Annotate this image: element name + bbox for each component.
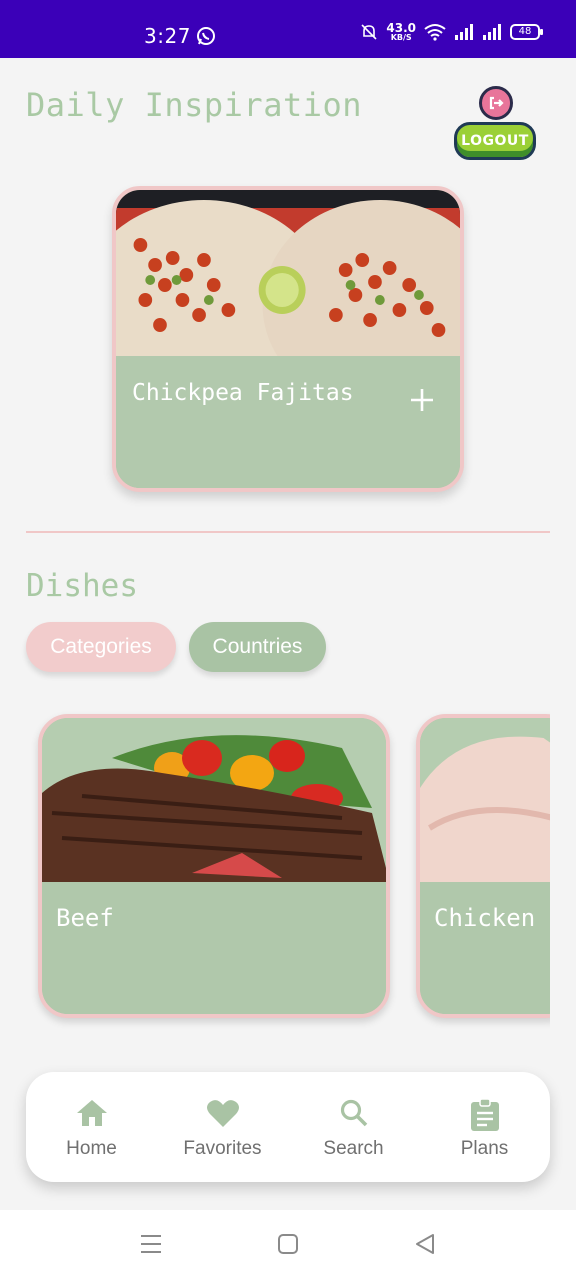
tab-categories[interactable]: Categories — [26, 622, 176, 672]
menu-icon[interactable] — [140, 1232, 162, 1256]
dish-label-chicken: Chicken — [434, 904, 536, 932]
daily-meal-image — [116, 190, 460, 360]
nav-item-favorites[interactable]: Favorites — [157, 1072, 288, 1182]
heart-icon — [206, 1100, 239, 1127]
beef-overlay — [42, 882, 386, 1014]
status-bar: 3:27 43.0 KB/S 48 — [0, 0, 576, 58]
status-time: 3:27 — [144, 24, 191, 48]
tab-countries[interactable]: Countries — [189, 622, 326, 672]
dish-card-beef[interactable]: Beef — [38, 714, 390, 1018]
wifi-icon — [424, 24, 446, 41]
status-icons: 43.0 KB/S 48 — [360, 21, 543, 42]
back-icon[interactable] — [414, 1232, 436, 1256]
dish-card-chicken[interactable]: Chicken — [416, 714, 550, 1018]
dishes-title: Dishes — [26, 568, 138, 604]
mute-bell-icon — [361, 24, 377, 40]
home-button-icon[interactable] — [277, 1232, 299, 1256]
dish-label-beef: Beef — [56, 904, 114, 932]
logout-icon[interactable] — [479, 86, 513, 120]
nav-label-favorites: Favorites — [183, 1138, 262, 1159]
system-nav-bar — [0, 1210, 576, 1280]
section-divider — [26, 531, 550, 533]
nav-label-search: Search — [323, 1138, 384, 1159]
clipboard-icon — [470, 1098, 499, 1131]
bottom-nav: Home Favorites Search Plans — [26, 1072, 550, 1182]
beef-image — [42, 718, 386, 886]
chicken-overlay — [420, 882, 550, 1014]
search-icon — [340, 1099, 367, 1127]
daily-meal-name: Chickpea Fajitas — [132, 380, 354, 406]
add-icon[interactable] — [409, 387, 435, 413]
chicken-image — [420, 718, 550, 886]
battery-icon: 48 — [510, 24, 543, 40]
dish-list[interactable]: Beef Chicken — [26, 706, 550, 1030]
signal-icon-2 — [483, 24, 501, 40]
whatsapp-icon — [197, 27, 215, 45]
daily-meal-overlay — [116, 356, 460, 488]
home-icon — [76, 1100, 107, 1126]
signal-icon-1 — [455, 24, 473, 40]
page-title: Daily Inspiration — [26, 86, 363, 124]
network-speed: 43.0 KB/S — [386, 21, 416, 42]
nav-item-search[interactable]: Search — [288, 1072, 419, 1182]
nav-label-home: Home — [66, 1138, 117, 1159]
nav-item-home[interactable]: Home — [26, 1072, 157, 1182]
nav-item-plans[interactable]: Plans — [419, 1072, 550, 1182]
nav-label-plans: Plans — [460, 1138, 509, 1159]
daily-meal-card[interactable]: Chickpea Fajitas — [112, 186, 464, 492]
logout-button[interactable]: LOGOUT — [454, 122, 536, 160]
